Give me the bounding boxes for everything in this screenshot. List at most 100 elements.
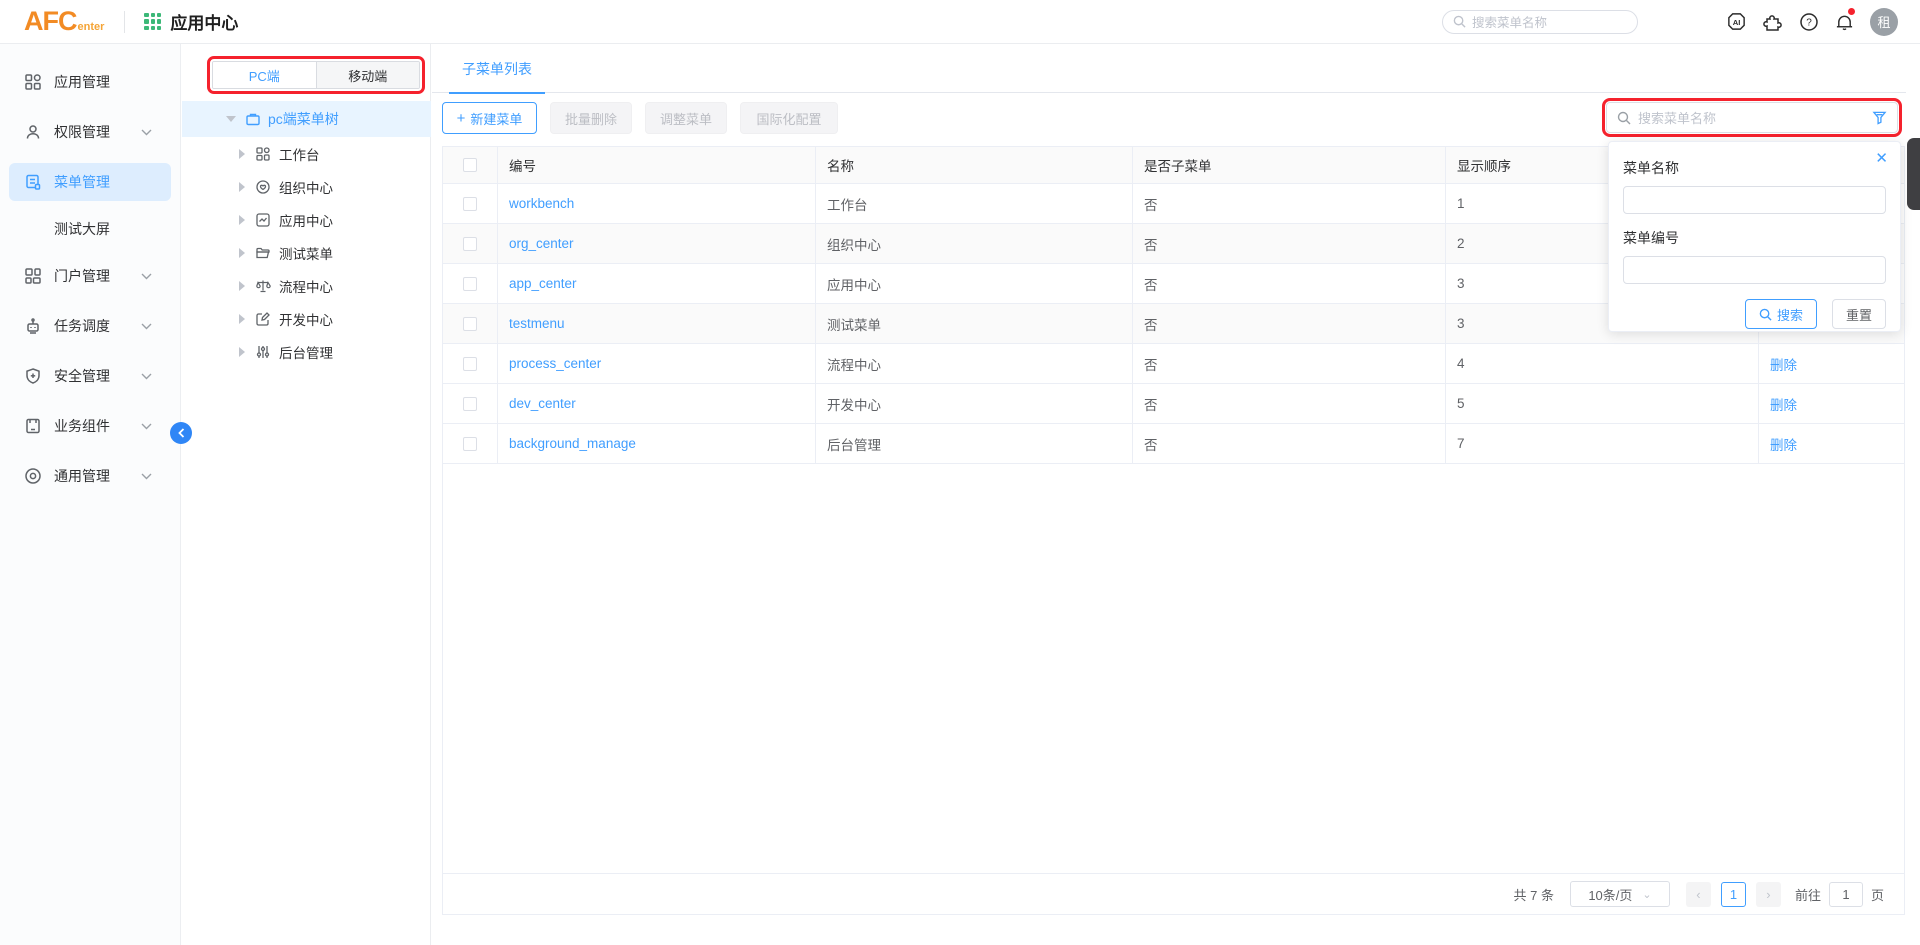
caret-collapsed-icon[interactable] (239, 314, 245, 324)
table-search-input[interactable]: 搜索菜单名称 (1606, 102, 1898, 133)
caret-collapsed-icon[interactable] (239, 215, 245, 225)
caret-collapsed-icon[interactable] (239, 248, 245, 258)
menu-code-link[interactable]: workbench (509, 196, 574, 211)
new-menu-button[interactable]: + 新建菜单 (442, 102, 537, 134)
row-checkbox[interactable] (463, 237, 477, 251)
menu-tree-panel: PC端 移动端 pc端菜单树 工作台 组织中心 应用中心 测试菜单 (182, 44, 431, 945)
sidebar-item-task-scheduling[interactable]: 任务调度 (0, 301, 180, 351)
menu-code-link[interactable]: testmenu (509, 316, 565, 331)
global-search-input[interactable]: 搜索菜单名称 (1442, 10, 1638, 34)
table-toolbar: + 新建菜单 批量删除 调整菜单 国际化配置 (442, 102, 838, 134)
row-checkbox[interactable] (463, 437, 477, 451)
caret-expanded-icon[interactable] (226, 116, 236, 122)
adjust-menu-button[interactable]: 调整菜单 (645, 102, 727, 134)
edit-square-icon (255, 311, 271, 327)
tree-root-pc-menu-tree[interactable]: pc端菜单树 (182, 101, 431, 137)
notification-bell-icon[interactable] (1834, 11, 1855, 32)
column-header-is-submenu[interactable]: 是否子菜单 (1133, 147, 1446, 183)
tree-item-org-center[interactable]: 组织中心 (182, 170, 431, 203)
main-content: 子菜单列表 + 新建菜单 批量删除 调整菜单 国际化配置 搜索菜单名称 编号 名… (432, 44, 1920, 945)
caret-collapsed-icon[interactable] (239, 281, 245, 291)
menu-code-input[interactable] (1623, 256, 1886, 284)
i18n-config-button[interactable]: 国际化配置 (740, 102, 838, 134)
help-icon[interactable]: ? (1798, 11, 1819, 32)
delete-link[interactable]: 删除 (1770, 434, 1797, 454)
chevron-down-icon (141, 373, 152, 380)
ai-assistant-icon[interactable]: AI (1726, 11, 1747, 32)
select-all-checkbox[interactable] (463, 158, 477, 172)
tree-item-app-center[interactable]: 应用中心 (182, 203, 431, 236)
current-page-button[interactable]: 1 (1721, 882, 1746, 907)
puzzle-icon[interactable] (1762, 11, 1783, 32)
tree-item-workbench[interactable]: 工作台 (182, 137, 431, 170)
caret-collapsed-icon[interactable] (239, 149, 245, 159)
sidebar-item-test-screen[interactable]: 测试大屏 (0, 207, 180, 251)
search-icon (1617, 111, 1631, 125)
app-grid-icon[interactable] (144, 13, 161, 30)
component-card-icon (24, 417, 42, 435)
sidebar-item-app-management[interactable]: 应用管理 (0, 57, 180, 107)
user-avatar[interactable]: 租 (1870, 8, 1898, 36)
chevron-down-icon (141, 423, 152, 430)
page-size-select[interactable]: 10条/页 ⌄ (1570, 881, 1670, 907)
tab-mobile[interactable]: 移动端 (316, 62, 420, 88)
next-page-button[interactable]: › (1756, 882, 1781, 907)
logo-text: AFC (24, 6, 77, 37)
menu-code-link[interactable]: dev_center (509, 396, 576, 411)
table-row: process_center 流程中心 否 4 删除 (443, 344, 1904, 384)
goto-page-input[interactable] (1829, 882, 1863, 907)
column-header-name[interactable]: 名称 (816, 147, 1133, 183)
filter-dropdown-panel: ✕ 菜单名称 菜单编号 搜索 重置 (1608, 141, 1901, 332)
chevron-down-icon (141, 323, 152, 330)
main-sidebar: 应用管理 权限管理 菜单管理 测试大屏 门户管理 任务调度 安全管理 业务组件 … (0, 44, 181, 945)
device-tab-group: PC端 移动端 (212, 61, 420, 89)
menu-code-link[interactable]: background_manage (509, 436, 636, 451)
menu-name-input[interactable] (1623, 186, 1886, 214)
sidebar-item-menu-management[interactable]: 菜单管理 (9, 163, 171, 201)
sidebar-collapse-button[interactable] (170, 422, 192, 444)
row-checkbox[interactable] (463, 197, 477, 211)
sidebar-item-portal-management[interactable]: 门户管理 (0, 251, 180, 301)
close-icon[interactable]: ✕ (1875, 149, 1888, 167)
tree-item-dev-center[interactable]: 开发中心 (182, 302, 431, 335)
total-count: 共 7 条 (1514, 885, 1554, 904)
row-checkbox[interactable] (463, 317, 477, 331)
search-icon (1453, 15, 1466, 28)
column-header-code[interactable]: 编号 (498, 147, 816, 183)
menu-code-link[interactable]: org_center (509, 236, 574, 251)
caret-collapsed-icon[interactable] (239, 182, 245, 192)
filter-search-button[interactable]: 搜索 (1745, 299, 1817, 329)
afcenter-logo[interactable]: AFC enter (24, 6, 104, 37)
tab-submenu-list[interactable]: 子菜单列表 (462, 44, 532, 93)
menu-code-link[interactable]: app_center (509, 276, 577, 291)
target-icon (24, 467, 42, 485)
delete-link[interactable]: 删除 (1770, 354, 1797, 374)
row-checkbox[interactable] (463, 357, 477, 371)
tree-item-backend-management[interactable]: 后台管理 (182, 335, 431, 368)
sidebar-item-permission-management[interactable]: 权限管理 (0, 107, 180, 157)
tree-item-process-center[interactable]: 流程中心 (182, 269, 431, 302)
sidebar-item-general-management[interactable]: 通用管理 (0, 451, 180, 501)
tab-pc[interactable]: PC端 (213, 62, 316, 88)
filter-funnel-icon[interactable] (1872, 110, 1887, 125)
prev-page-button[interactable]: ‹ (1686, 882, 1711, 907)
delete-link[interactable]: 删除 (1770, 394, 1797, 414)
chevron-down-icon (141, 273, 152, 280)
user-icon (24, 123, 42, 141)
app-header: AFC enter 应用中心 搜索菜单名称 AI ? 租 (0, 0, 1920, 44)
menu-name-label: 菜单名称 (1623, 158, 1886, 178)
goto-label: 前往 (1795, 885, 1821, 904)
caret-collapsed-icon[interactable] (239, 347, 245, 357)
sidebar-item-security-management[interactable]: 安全管理 (0, 351, 180, 401)
row-checkbox[interactable] (463, 277, 477, 291)
tree-item-test-menu[interactable]: 测试菜单 (182, 236, 431, 269)
page-unit-label: 页 (1871, 885, 1884, 904)
menu-code-link[interactable]: process_center (509, 356, 601, 371)
sidebar-item-business-components[interactable]: 业务组件 (0, 401, 180, 451)
portal-grid-icon (24, 267, 42, 285)
scrollbar-thumb[interactable] (1907, 138, 1920, 210)
chevron-down-icon: ⌄ (1642, 888, 1651, 901)
batch-delete-button[interactable]: 批量删除 (550, 102, 632, 134)
row-checkbox[interactable] (463, 397, 477, 411)
filter-reset-button[interactable]: 重置 (1832, 299, 1886, 329)
